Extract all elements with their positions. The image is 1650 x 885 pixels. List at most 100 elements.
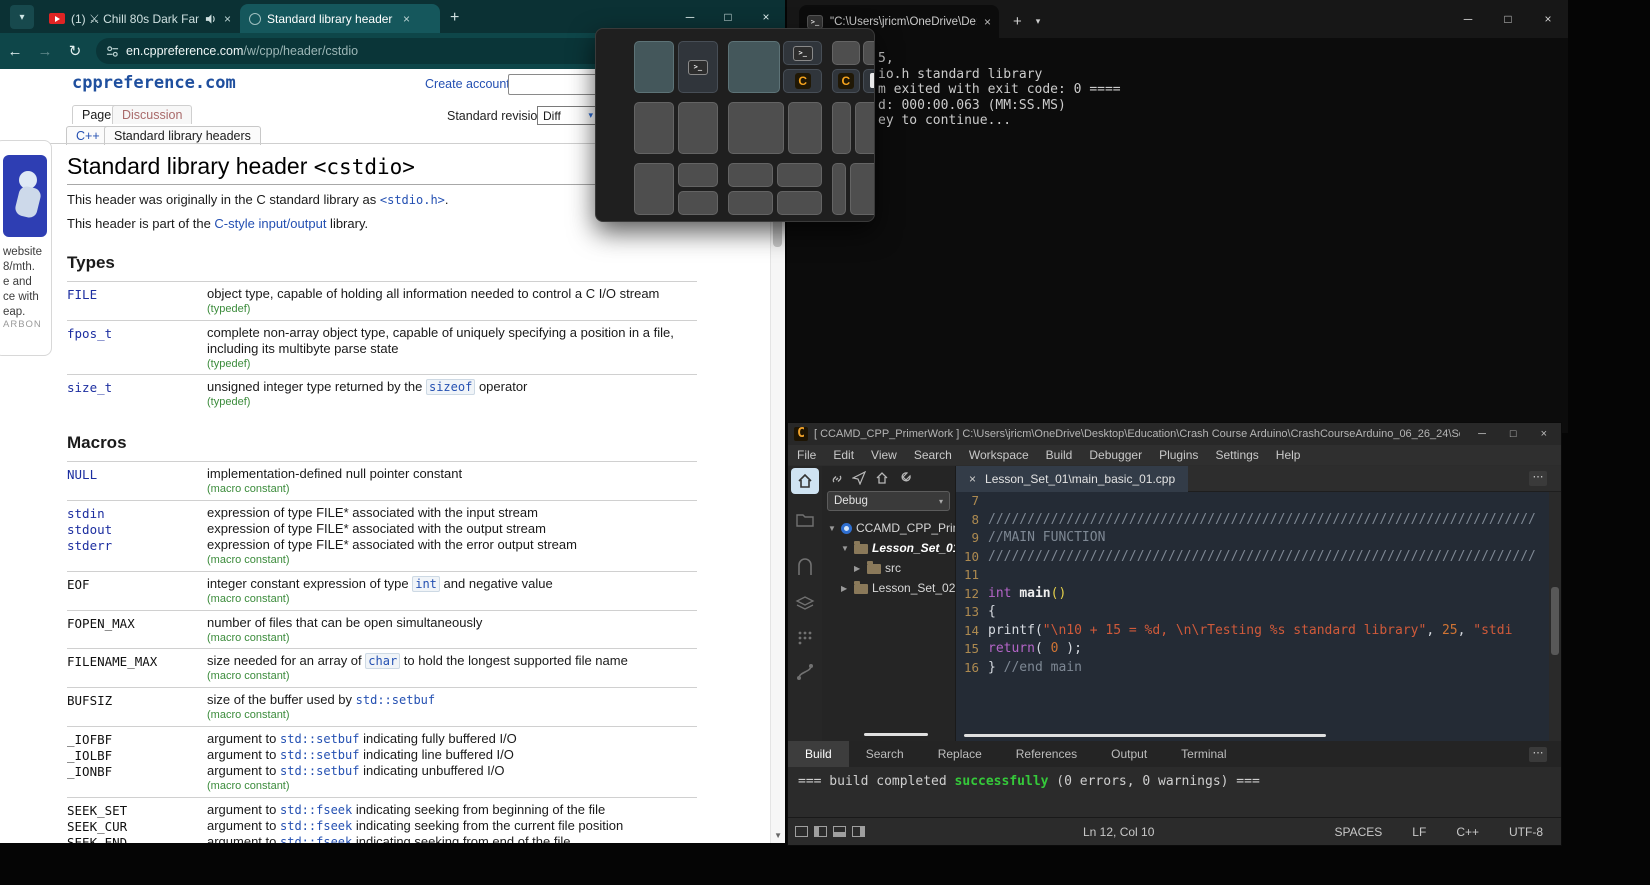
- inline-code-link[interactable]: std::setbuf: [356, 693, 435, 707]
- tab-audio-icon[interactable]: [205, 13, 216, 25]
- folder-view-icon[interactable]: [795, 510, 815, 530]
- url-bar[interactable]: en.cppreference.com/w/cpp/header/cstdio …: [96, 38, 620, 64]
- send-icon[interactable]: [852, 471, 866, 485]
- snap-zone[interactable]: C: [783, 68, 822, 93]
- layout-toggle-icon[interactable]: [833, 826, 846, 837]
- tab-list-button[interactable]: ▾: [10, 5, 34, 29]
- inline-code-link[interactable]: std::setbuf: [280, 748, 359, 762]
- tab-discussion[interactable]: Discussion: [112, 105, 193, 124]
- statusbar-item[interactable]: UTF-8: [1509, 825, 1543, 839]
- snap-layout-option[interactable]: [634, 163, 718, 215]
- snap-layout-option[interactable]: CN: [832, 41, 874, 93]
- bookmark-view-icon[interactable]: [795, 558, 815, 578]
- editor-vscrollbar[interactable]: [1549, 492, 1561, 741]
- create-account-link[interactable]: Create account: [425, 77, 510, 91]
- snap-zone[interactable]: >_: [783, 41, 822, 66]
- inline-code-link[interactable]: std::fseek: [280, 819, 352, 833]
- snap-zone[interactable]: C: [832, 68, 860, 93]
- snap-zone[interactable]: [776, 190, 822, 215]
- tab-close-icon[interactable]: ×: [403, 12, 410, 26]
- menu-item-file[interactable]: File: [797, 448, 816, 462]
- back-icon[interactable]: ←: [0, 43, 30, 60]
- menu-item-workspace[interactable]: Workspace: [969, 448, 1029, 462]
- tab-overflow-button[interactable]: ⋯: [1529, 471, 1547, 486]
- browser-tab-youtube[interactable]: (1) ⚔ Chill 80s Dark Fantas ×: [40, 4, 240, 33]
- maximize-icon[interactable]: □: [1510, 428, 1517, 440]
- snap-zone[interactable]: [863, 41, 874, 66]
- snap-zone[interactable]: [634, 41, 675, 93]
- wrench-icon[interactable]: [898, 471, 912, 485]
- name-link[interactable]: size_t: [67, 380, 207, 396]
- layout-toggle-icon[interactable]: [814, 826, 827, 837]
- chevron-down-icon[interactable]: ▼: [828, 524, 837, 533]
- snap-zone[interactable]: [850, 163, 874, 215]
- name-link[interactable]: stdin: [67, 506, 207, 522]
- snap-layout-option[interactable]: [728, 163, 822, 215]
- route-icon[interactable]: [795, 662, 815, 682]
- tree-item[interactable]: ▶ Lesson_Set_02: [822, 578, 955, 598]
- dots-grid-icon[interactable]: [795, 628, 815, 648]
- bottom-tab-references[interactable]: References: [999, 741, 1094, 767]
- tree-hscrollbar-thumb[interactable]: [864, 733, 928, 736]
- link-icon[interactable]: [829, 471, 843, 485]
- editor-tab[interactable]: × Lesson_Set_01\main_basic_01.cpp: [956, 465, 1189, 492]
- snap-layout-option[interactable]: >_ C: [728, 41, 822, 93]
- menu-item-edit[interactable]: Edit: [833, 448, 854, 462]
- code-area[interactable]: 7 8 //////////////////////////////////////…: [956, 492, 1549, 731]
- name-link[interactable]: stderr: [67, 538, 207, 554]
- inline-code-box[interactable]: char: [365, 653, 401, 670]
- snap-zone[interactable]: [677, 163, 718, 188]
- layout-toggle-icon[interactable]: [795, 826, 808, 837]
- tree-item[interactable]: ▶ src: [822, 558, 955, 578]
- chevron-right-icon[interactable]: ▶: [841, 584, 850, 593]
- bottom-tab-replace[interactable]: Replace: [921, 741, 999, 767]
- site-logo[interactable]: cppreference.com: [72, 73, 236, 93]
- snap-layout-option[interactable]: [728, 102, 822, 154]
- standard-revision-select[interactable]: Diff ▾: [537, 106, 599, 125]
- terminal-tab-dropdown-icon[interactable]: ▾: [1036, 16, 1041, 27]
- snap-zone[interactable]: [728, 41, 780, 93]
- menu-item-build[interactable]: Build: [1046, 448, 1073, 462]
- snap-zone[interactable]: [634, 102, 675, 154]
- bottom-tab-output[interactable]: Output: [1094, 741, 1164, 767]
- snap-zone[interactable]: [728, 102, 785, 154]
- build-config-select[interactable]: Debug ▾: [827, 491, 950, 511]
- layers-icon[interactable]: [795, 594, 815, 614]
- name-link[interactable]: stdout: [67, 522, 207, 538]
- statusbar-item[interactable]: SPACES: [1335, 825, 1383, 839]
- workspace-view-button[interactable]: [791, 468, 819, 494]
- layout-toggle-icon[interactable]: [852, 826, 865, 837]
- statusbar-item[interactable]: C++: [1456, 825, 1479, 839]
- snap-zone[interactable]: [854, 102, 874, 154]
- tab-close-icon[interactable]: ×: [984, 15, 991, 29]
- close-icon[interactable]: ×: [1541, 428, 1547, 440]
- menu-item-settings[interactable]: Settings: [1215, 448, 1258, 462]
- sidebar-ad[interactable]: website 8/mth. e and ce with eap. ARBON: [0, 140, 52, 356]
- home-small-icon[interactable]: [875, 471, 889, 485]
- inline-code-link[interactable]: std::setbuf: [280, 764, 359, 778]
- name-link[interactable]: NULL: [67, 467, 207, 483]
- snap-zone[interactable]: [677, 102, 718, 154]
- tab-close-icon[interactable]: ×: [224, 12, 231, 26]
- inline-code-box[interactable]: int: [412, 575, 440, 592]
- snap-zone[interactable]: [832, 102, 852, 154]
- bottom-tab-build[interactable]: Build: [788, 741, 849, 767]
- editor-hscrollbar-thumb[interactable]: [964, 734, 1326, 737]
- snap-zone[interactable]: [728, 190, 774, 215]
- tab-close-icon[interactable]: ×: [969, 472, 976, 486]
- close-icon[interactable]: ×: [747, 10, 785, 24]
- minimize-icon[interactable]: ─: [1478, 428, 1486, 440]
- menu-item-plugins[interactable]: Plugins: [1159, 448, 1198, 462]
- snap-zone[interactable]: N: [863, 68, 874, 93]
- close-icon[interactable]: ×: [1528, 12, 1568, 26]
- chevron-down-icon[interactable]: ▼: [841, 544, 850, 553]
- permissions-icon[interactable]: [106, 45, 119, 58]
- new-terminal-tab-button[interactable]: +: [1013, 13, 1022, 30]
- menu-item-help[interactable]: Help: [1276, 448, 1301, 462]
- inline-code-link[interactable]: std::setbuf: [280, 732, 359, 746]
- inline-code-link[interactable]: std::fseek: [280, 803, 352, 817]
- snap-layout-option[interactable]: >_: [634, 41, 718, 93]
- scrollbar-thumb[interactable]: [1551, 587, 1559, 655]
- snap-zone[interactable]: [832, 163, 847, 215]
- new-tab-button[interactable]: +: [450, 9, 459, 27]
